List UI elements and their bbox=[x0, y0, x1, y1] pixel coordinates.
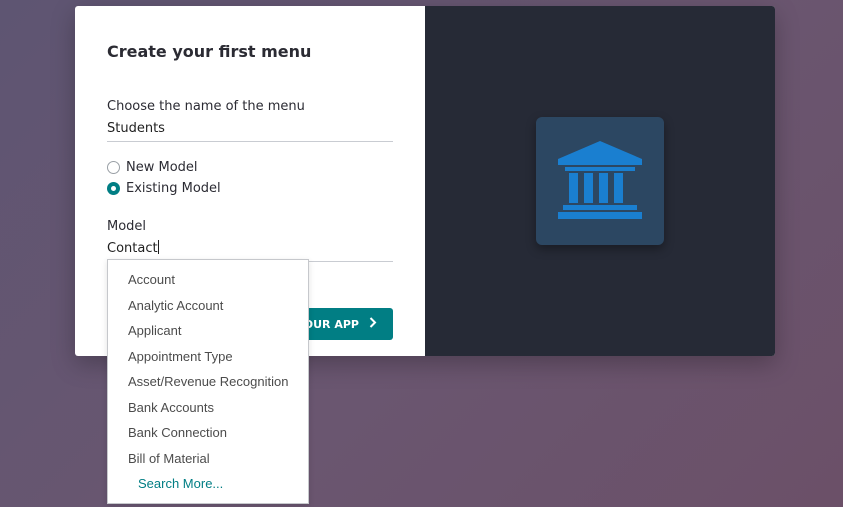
radio-existing-model-label: Existing Model bbox=[126, 181, 221, 196]
model-input-value: Contact bbox=[107, 241, 158, 256]
radio-new-model-button[interactable] bbox=[107, 161, 120, 174]
app-preview-panel bbox=[425, 6, 775, 356]
menu-name-label: Choose the name of the menu bbox=[107, 99, 305, 114]
model-autocomplete-dropdown: Account Analytic Account Applicant Appoi… bbox=[107, 259, 309, 504]
radio-new-model-label: New Model bbox=[126, 160, 198, 175]
chevron-right-icon bbox=[369, 316, 377, 332]
create-app-button-label: OUR APP bbox=[303, 317, 359, 331]
radio-new-model[interactable]: New Model bbox=[107, 160, 198, 175]
bank-icon bbox=[558, 141, 642, 219]
radio-existing-model-button[interactable] bbox=[107, 182, 120, 195]
dropdown-item[interactable]: Account bbox=[108, 267, 308, 293]
text-caret bbox=[157, 240, 159, 254]
dropdown-item[interactable]: Bank Accounts bbox=[108, 395, 308, 421]
menu-name-input[interactable] bbox=[107, 120, 393, 142]
dropdown-item[interactable]: Asset/Revenue Recognition bbox=[108, 369, 308, 395]
app-icon-preview bbox=[536, 117, 664, 245]
dropdown-item[interactable]: Bank Connection bbox=[108, 420, 308, 446]
radio-existing-model[interactable]: Existing Model bbox=[107, 181, 221, 196]
model-label: Model bbox=[107, 219, 147, 234]
dropdown-item[interactable]: Appointment Type bbox=[108, 344, 308, 370]
dialog-title: Create your first menu bbox=[107, 42, 312, 61]
dropdown-item[interactable]: Analytic Account bbox=[108, 293, 308, 319]
search-more-link[interactable]: Search More... bbox=[108, 471, 308, 496]
dropdown-item[interactable]: Bill of Material bbox=[108, 446, 308, 472]
dropdown-item[interactable]: Applicant bbox=[108, 318, 308, 344]
